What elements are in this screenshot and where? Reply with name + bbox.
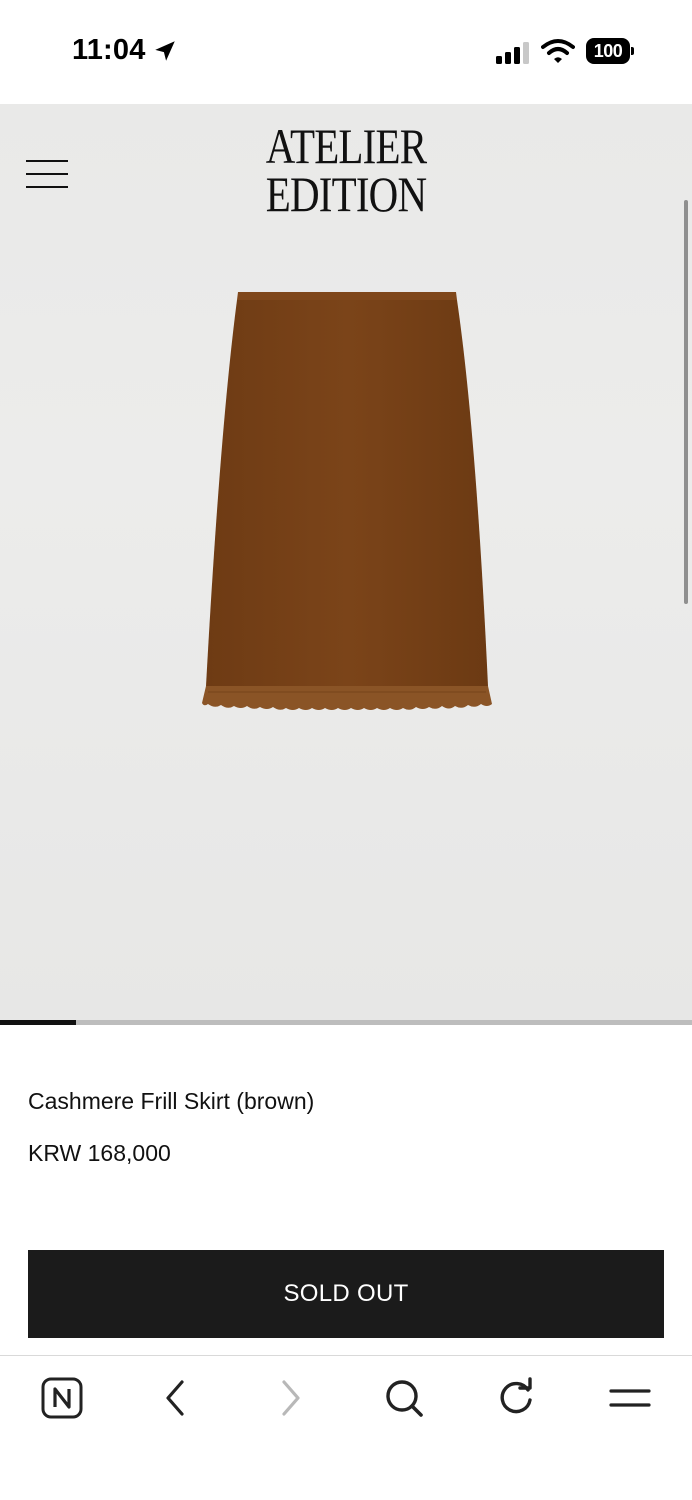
naver-home-icon[interactable] bbox=[40, 1376, 84, 1420]
battery-level: 100 bbox=[586, 38, 630, 64]
location-arrow-icon bbox=[155, 41, 175, 61]
status-time: 11:04 bbox=[72, 34, 146, 66]
search-icon[interactable] bbox=[382, 1376, 426, 1420]
brand-logo-line1: ATELIER bbox=[265, 118, 427, 174]
battery-icon: 100 bbox=[586, 38, 634, 64]
battery-cap bbox=[631, 47, 634, 55]
menu-icon[interactable] bbox=[608, 1376, 652, 1420]
page-scrollbar[interactable] bbox=[684, 200, 688, 604]
carousel-progress-track[interactable] bbox=[0, 1020, 692, 1025]
forward-arrow-icon[interactable] bbox=[268, 1376, 312, 1420]
product-image-carousel[interactable]: ATELIER EDITION bbox=[0, 104, 692, 1020]
browser-toolbar bbox=[0, 1355, 692, 1500]
page: 11:04 100 ATELIER EDITION Cashmere Frill… bbox=[0, 0, 692, 1500]
product-name: Cashmere Frill Skirt (brown) bbox=[28, 1088, 315, 1114]
back-arrow-icon[interactable] bbox=[154, 1376, 198, 1420]
product-price: KRW 168,000 bbox=[28, 1140, 171, 1166]
reload-icon[interactable] bbox=[494, 1376, 538, 1420]
brand-logo-line2: EDITION bbox=[265, 166, 427, 222]
brand-logo[interactable]: ATELIER EDITION bbox=[62, 118, 629, 222]
status-bar: 11:04 100 bbox=[0, 0, 692, 104]
sold-out-button[interactable]: SOLD OUT bbox=[28, 1250, 664, 1338]
wifi-icon bbox=[541, 39, 575, 63]
carousel-progress-fill bbox=[0, 1020, 77, 1025]
cellular-signal-icon bbox=[496, 42, 529, 64]
brown-skirt-product-photo[interactable] bbox=[200, 290, 494, 714]
